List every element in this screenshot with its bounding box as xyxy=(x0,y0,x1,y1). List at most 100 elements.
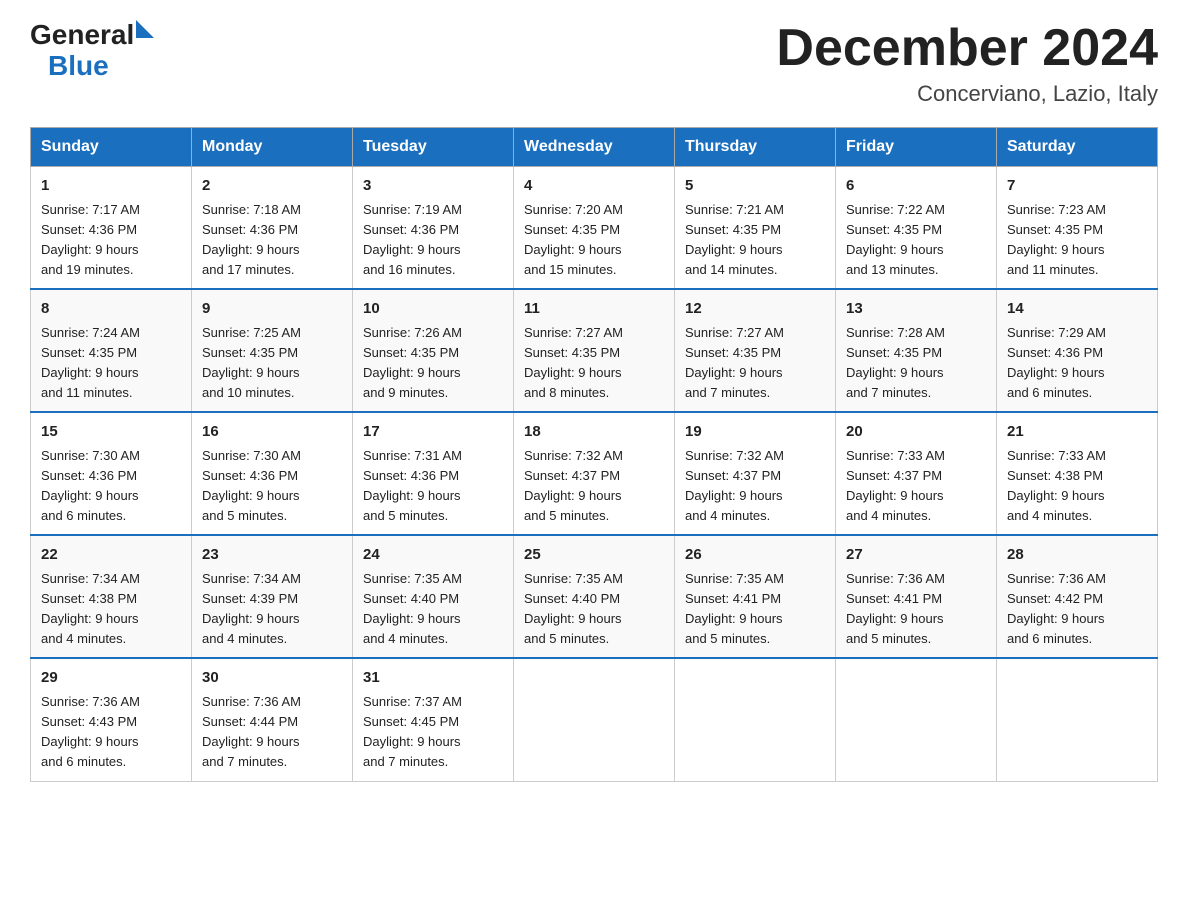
day-number: 14 xyxy=(1007,298,1147,321)
calendar-cell: 15Sunrise: 7:30 AMSunset: 4:36 PMDayligh… xyxy=(31,412,192,535)
day-number: 24 xyxy=(363,544,503,567)
day-number: 7 xyxy=(1007,175,1147,198)
day-number: 26 xyxy=(685,544,825,567)
day-number: 23 xyxy=(202,544,342,567)
day-header-sunday: Sunday xyxy=(31,128,192,167)
calendar-cell: 6Sunrise: 7:22 AMSunset: 4:35 PMDaylight… xyxy=(836,167,997,290)
day-number: 5 xyxy=(685,175,825,198)
calendar-cell: 23Sunrise: 7:34 AMSunset: 4:39 PMDayligh… xyxy=(192,535,353,658)
calendar-cell: 3Sunrise: 7:19 AMSunset: 4:36 PMDaylight… xyxy=(353,167,514,290)
calendar-cell: 7Sunrise: 7:23 AMSunset: 4:35 PMDaylight… xyxy=(997,167,1158,290)
day-info: Sunrise: 7:36 AMSunset: 4:43 PMDaylight:… xyxy=(41,692,181,773)
day-number: 25 xyxy=(524,544,664,567)
day-info: Sunrise: 7:30 AMSunset: 4:36 PMDaylight:… xyxy=(41,446,181,527)
calendar-cell xyxy=(997,658,1158,781)
day-number: 2 xyxy=(202,175,342,198)
logo-text-blue: Blue xyxy=(48,51,109,82)
day-number: 8 xyxy=(41,298,181,321)
day-info: Sunrise: 7:23 AMSunset: 4:35 PMDaylight:… xyxy=(1007,200,1147,281)
day-info: Sunrise: 7:24 AMSunset: 4:35 PMDaylight:… xyxy=(41,323,181,404)
day-header-thursday: Thursday xyxy=(675,128,836,167)
calendar-week-row: 29Sunrise: 7:36 AMSunset: 4:43 PMDayligh… xyxy=(31,658,1158,781)
calendar-cell: 31Sunrise: 7:37 AMSunset: 4:45 PMDayligh… xyxy=(353,658,514,781)
calendar-cell: 17Sunrise: 7:31 AMSunset: 4:36 PMDayligh… xyxy=(353,412,514,535)
calendar-cell: 8Sunrise: 7:24 AMSunset: 4:35 PMDaylight… xyxy=(31,289,192,412)
day-header-monday: Monday xyxy=(192,128,353,167)
day-number: 11 xyxy=(524,298,664,321)
day-info: Sunrise: 7:32 AMSunset: 4:37 PMDaylight:… xyxy=(524,446,664,527)
day-number: 6 xyxy=(846,175,986,198)
calendar-cell: 9Sunrise: 7:25 AMSunset: 4:35 PMDaylight… xyxy=(192,289,353,412)
calendar-cell: 22Sunrise: 7:34 AMSunset: 4:38 PMDayligh… xyxy=(31,535,192,658)
calendar-table: SundayMondayTuesdayWednesdayThursdayFrid… xyxy=(30,127,1158,781)
day-info: Sunrise: 7:35 AMSunset: 4:40 PMDaylight:… xyxy=(363,569,503,650)
day-number: 13 xyxy=(846,298,986,321)
calendar-cell: 10Sunrise: 7:26 AMSunset: 4:35 PMDayligh… xyxy=(353,289,514,412)
day-number: 9 xyxy=(202,298,342,321)
calendar-cell: 11Sunrise: 7:27 AMSunset: 4:35 PMDayligh… xyxy=(514,289,675,412)
day-number: 31 xyxy=(363,667,503,690)
day-header-saturday: Saturday xyxy=(997,128,1158,167)
calendar-cell: 20Sunrise: 7:33 AMSunset: 4:37 PMDayligh… xyxy=(836,412,997,535)
day-info: Sunrise: 7:34 AMSunset: 4:38 PMDaylight:… xyxy=(41,569,181,650)
day-number: 27 xyxy=(846,544,986,567)
day-number: 16 xyxy=(202,421,342,444)
day-info: Sunrise: 7:25 AMSunset: 4:35 PMDaylight:… xyxy=(202,323,342,404)
calendar-header-row: SundayMondayTuesdayWednesdayThursdayFrid… xyxy=(31,128,1158,167)
day-header-friday: Friday xyxy=(836,128,997,167)
day-number: 21 xyxy=(1007,421,1147,444)
logo: General Blue xyxy=(30,20,154,82)
calendar-cell: 29Sunrise: 7:36 AMSunset: 4:43 PMDayligh… xyxy=(31,658,192,781)
calendar-cell: 12Sunrise: 7:27 AMSunset: 4:35 PMDayligh… xyxy=(675,289,836,412)
calendar-cell: 14Sunrise: 7:29 AMSunset: 4:36 PMDayligh… xyxy=(997,289,1158,412)
day-info: Sunrise: 7:36 AMSunset: 4:41 PMDaylight:… xyxy=(846,569,986,650)
calendar-cell: 27Sunrise: 7:36 AMSunset: 4:41 PMDayligh… xyxy=(836,535,997,658)
day-info: Sunrise: 7:18 AMSunset: 4:36 PMDaylight:… xyxy=(202,200,342,281)
day-info: Sunrise: 7:36 AMSunset: 4:44 PMDaylight:… xyxy=(202,692,342,773)
calendar-cell: 13Sunrise: 7:28 AMSunset: 4:35 PMDayligh… xyxy=(836,289,997,412)
calendar-week-row: 15Sunrise: 7:30 AMSunset: 4:36 PMDayligh… xyxy=(31,412,1158,535)
calendar-week-row: 1Sunrise: 7:17 AMSunset: 4:36 PMDaylight… xyxy=(31,167,1158,290)
calendar-week-row: 22Sunrise: 7:34 AMSunset: 4:38 PMDayligh… xyxy=(31,535,1158,658)
day-number: 28 xyxy=(1007,544,1147,567)
day-info: Sunrise: 7:27 AMSunset: 4:35 PMDaylight:… xyxy=(524,323,664,404)
calendar-cell: 24Sunrise: 7:35 AMSunset: 4:40 PMDayligh… xyxy=(353,535,514,658)
day-number: 17 xyxy=(363,421,503,444)
day-info: Sunrise: 7:36 AMSunset: 4:42 PMDaylight:… xyxy=(1007,569,1147,650)
day-info: Sunrise: 7:21 AMSunset: 4:35 PMDaylight:… xyxy=(685,200,825,281)
title-block: December 2024 Concerviano, Lazio, Italy xyxy=(776,20,1158,107)
calendar-cell xyxy=(836,658,997,781)
day-number: 1 xyxy=(41,175,181,198)
day-number: 20 xyxy=(846,421,986,444)
day-header-wednesday: Wednesday xyxy=(514,128,675,167)
calendar-cell: 25Sunrise: 7:35 AMSunset: 4:40 PMDayligh… xyxy=(514,535,675,658)
calendar-cell: 28Sunrise: 7:36 AMSunset: 4:42 PMDayligh… xyxy=(997,535,1158,658)
calendar-cell: 1Sunrise: 7:17 AMSunset: 4:36 PMDaylight… xyxy=(31,167,192,290)
day-info: Sunrise: 7:35 AMSunset: 4:41 PMDaylight:… xyxy=(685,569,825,650)
day-number: 4 xyxy=(524,175,664,198)
month-title: December 2024 xyxy=(776,20,1158,77)
logo-text-general: General xyxy=(30,20,134,51)
logo-triangle-icon xyxy=(136,20,154,38)
day-info: Sunrise: 7:33 AMSunset: 4:38 PMDaylight:… xyxy=(1007,446,1147,527)
day-number: 30 xyxy=(202,667,342,690)
day-info: Sunrise: 7:28 AMSunset: 4:35 PMDaylight:… xyxy=(846,323,986,404)
day-info: Sunrise: 7:31 AMSunset: 4:36 PMDaylight:… xyxy=(363,446,503,527)
day-info: Sunrise: 7:26 AMSunset: 4:35 PMDaylight:… xyxy=(363,323,503,404)
day-info: Sunrise: 7:35 AMSunset: 4:40 PMDaylight:… xyxy=(524,569,664,650)
calendar-cell: 19Sunrise: 7:32 AMSunset: 4:37 PMDayligh… xyxy=(675,412,836,535)
day-info: Sunrise: 7:34 AMSunset: 4:39 PMDaylight:… xyxy=(202,569,342,650)
day-info: Sunrise: 7:30 AMSunset: 4:36 PMDaylight:… xyxy=(202,446,342,527)
day-number: 10 xyxy=(363,298,503,321)
calendar-cell: 5Sunrise: 7:21 AMSunset: 4:35 PMDaylight… xyxy=(675,167,836,290)
calendar-cell: 26Sunrise: 7:35 AMSunset: 4:41 PMDayligh… xyxy=(675,535,836,658)
calendar-cell: 16Sunrise: 7:30 AMSunset: 4:36 PMDayligh… xyxy=(192,412,353,535)
day-info: Sunrise: 7:20 AMSunset: 4:35 PMDaylight:… xyxy=(524,200,664,281)
day-number: 19 xyxy=(685,421,825,444)
day-info: Sunrise: 7:27 AMSunset: 4:35 PMDaylight:… xyxy=(685,323,825,404)
calendar-cell: 18Sunrise: 7:32 AMSunset: 4:37 PMDayligh… xyxy=(514,412,675,535)
day-info: Sunrise: 7:22 AMSunset: 4:35 PMDaylight:… xyxy=(846,200,986,281)
day-info: Sunrise: 7:17 AMSunset: 4:36 PMDaylight:… xyxy=(41,200,181,281)
day-header-tuesday: Tuesday xyxy=(353,128,514,167)
day-number: 3 xyxy=(363,175,503,198)
